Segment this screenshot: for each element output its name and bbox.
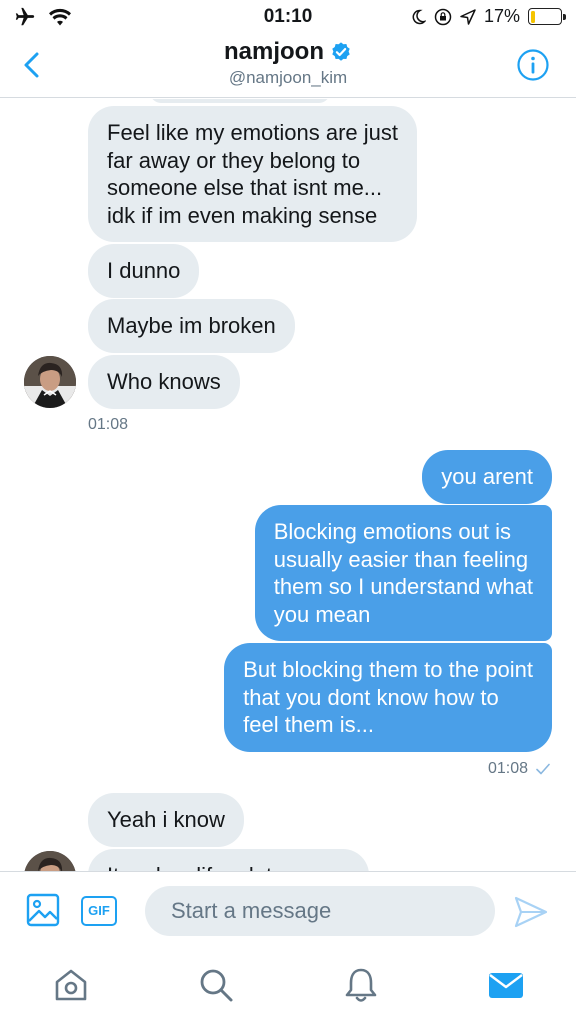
message-bubble-incoming[interactable]: Who knows [88,355,240,409]
avatar-photo [24,851,76,871]
read-receipt-check-icon [536,763,550,775]
message-bubble-outgoing[interactable]: Blocking emotions out is usually easier … [254,505,552,641]
message-bubble-incoming[interactable]: Yeah i know [88,793,244,847]
message-bubble-outgoing[interactable]: you arent [422,450,552,504]
moon-icon [412,9,426,24]
image-icon[interactable] [26,893,60,927]
search-icon[interactable] [196,965,236,1005]
conversation-header: namjoon @namjoon_kim [0,34,576,98]
location-icon [460,8,476,25]
battery-icon [528,8,566,25]
avatar-photo [24,356,76,408]
message-timestamp-outgoing: 01:08 [488,760,550,778]
message-bubble-incoming[interactable]: It makes life a lot more… [88,849,370,871]
tab-bar [0,951,576,1024]
gif-button[interactable]: GIF [81,896,117,926]
timestamp-text: 01:08 [487,760,528,777]
message-bubble-incoming[interactable]: I dunno [88,244,200,298]
message-thread[interactable]: Feel like my emotions are just far away … [0,99,576,871]
notifications-bell-icon[interactable] [341,965,381,1005]
verified-badge-icon [332,42,350,61]
message-bubble-incoming[interactable]: Maybe im broken [88,299,295,353]
contact-handle: @namjoon_kim [228,68,348,87]
battery-level [530,10,536,23]
header-title-group[interactable]: namjoon @namjoon_kim [0,38,576,88]
message-composer: GIF [0,871,576,951]
message-bubble-outgoing[interactable]: But blocking them to the point that you … [224,643,552,752]
message-bubble-incoming[interactable]: Feel like my emotions are just far away … [88,106,417,242]
battery-percent: 17% [483,6,520,26]
info-button[interactable] [516,48,550,82]
contact-avatar[interactable] [24,851,76,871]
status-bar: 01:10 17% [0,0,576,34]
home-icon[interactable] [51,965,91,1005]
send-icon[interactable] [513,894,549,930]
contact-name: namjoon [224,38,324,65]
rotation-lock-icon [434,8,452,25]
status-right: 17% [410,6,566,27]
message-timestamp: 01:08 [88,416,129,433]
previous-message-edge [150,99,330,103]
messages-envelope-icon[interactable] [486,965,526,1005]
contact-avatar[interactable] [24,356,76,408]
message-input[interactable] [145,886,495,936]
